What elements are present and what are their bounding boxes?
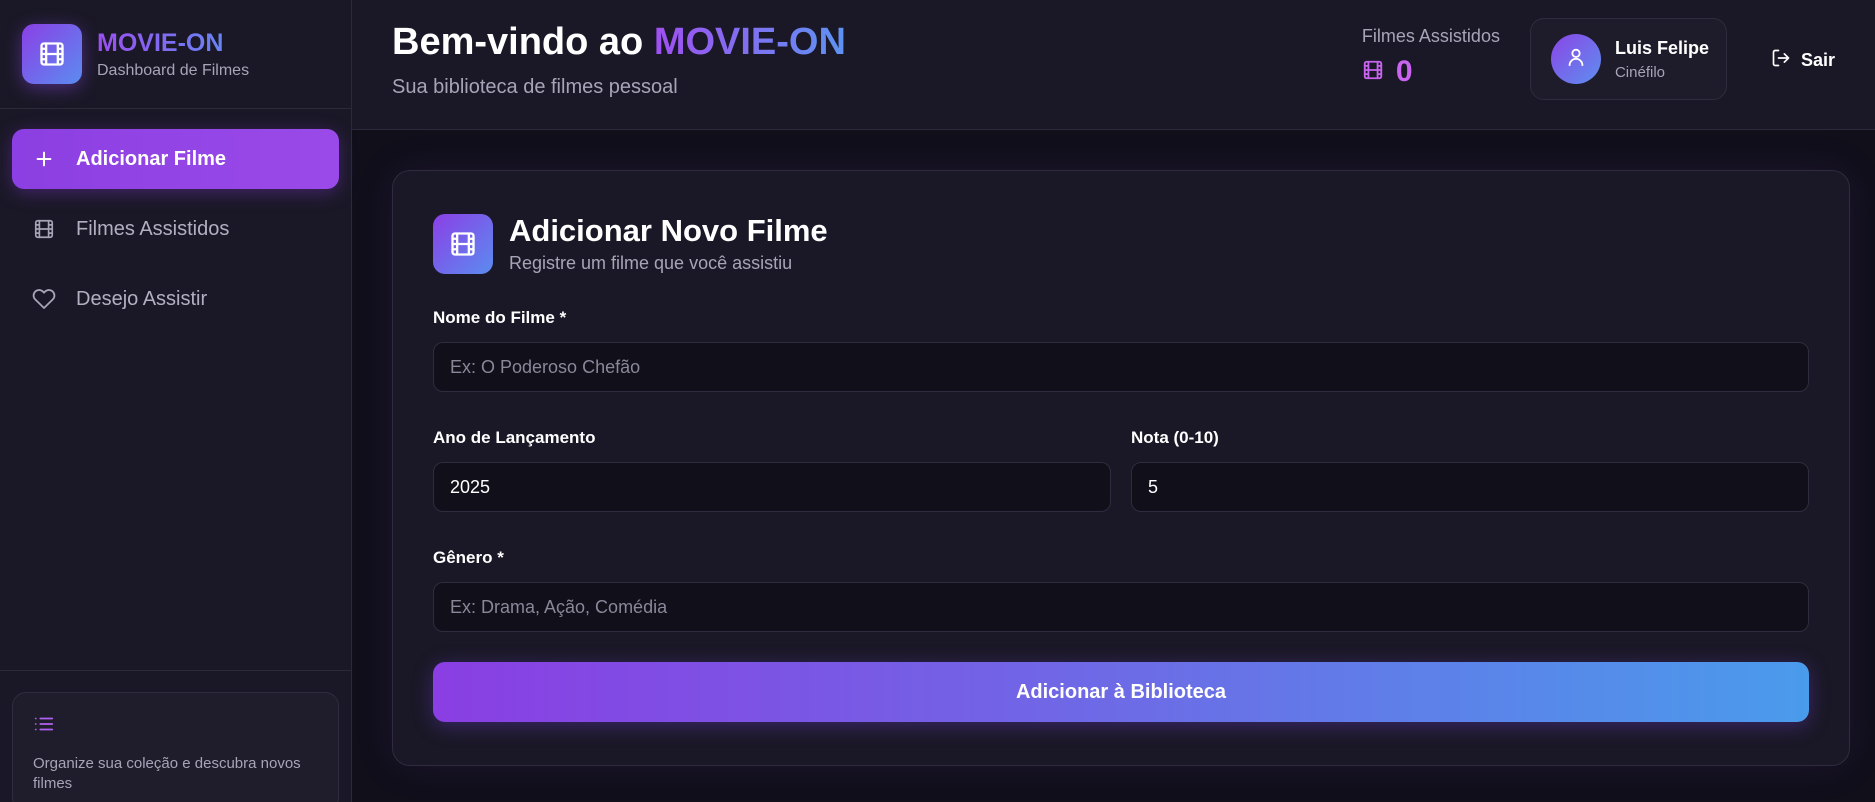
sidebar-item-label: Adicionar Filme (76, 147, 227, 170)
heart-icon (32, 287, 56, 311)
content: Adicionar Novo Filme Registre um filme q… (352, 130, 1875, 802)
logout-icon (1771, 48, 1791, 73)
brand-subtitle: Dashboard de Filmes (97, 62, 250, 79)
add-to-library-button[interactable]: Adicionar à Biblioteca (433, 662, 1809, 722)
page-title: Bem-vindo ao MOVIE-ON (392, 20, 846, 64)
main: Bem-vindo ao MOVIE-ON Sua biblioteca de … (352, 0, 1875, 802)
app: MOVIE-ON Dashboard de Filmes Adicionar F… (0, 0, 1875, 802)
film-icon (22, 24, 82, 84)
header: Bem-vindo ao MOVIE-ON Sua biblioteca de … (352, 0, 1875, 130)
film-icon (1362, 59, 1384, 86)
sidebar-item-label: Filmes Assistidos (76, 217, 230, 240)
form-subtitle: Registre um filme que você assistiu (509, 253, 793, 273)
sidebar-item-desejo-assistir[interactable]: Desejo Assistir (12, 269, 339, 329)
welcome-prefix: Bem-vindo ao (392, 21, 654, 63)
page-subtitle: Sua biblioteca de filmes pessoal (392, 76, 678, 98)
sidebar-footer: Organize sua coleção e descubra novos fi… (0, 670, 351, 802)
user-name: Luis Felipe (1614, 37, 1709, 58)
genre-input[interactable] (433, 582, 1809, 632)
sidebar-item-label: Desejo Assistir (76, 287, 208, 310)
brand: MOVIE-ON Dashboard de Filmes (0, 0, 351, 109)
watched-stat: Filmes Assistidos 0 (1362, 26, 1500, 89)
release-year-input[interactable] (433, 462, 1111, 512)
user-icon (1565, 46, 1587, 73)
sidebar-item-adicionar-filme[interactable]: Adicionar Filme (12, 129, 339, 189)
rating-label: Nota (0-10) (1131, 428, 1219, 447)
avatar (1550, 34, 1601, 84)
movie-name-input[interactable] (433, 342, 1809, 392)
brand-name: MOVIE-ON (97, 28, 249, 58)
add-movie-form: Adicionar Novo Filme Registre um filme q… (392, 170, 1850, 766)
sidebar: MOVIE-ON Dashboard de Filmes Adicionar F… (0, 0, 352, 802)
film-icon (32, 217, 56, 241)
stat-label: Filmes Assistidos (1361, 26, 1500, 46)
sidebar-nav: Adicionar Filme Filmes Assistidos Desejo… (0, 109, 351, 329)
rating-input[interactable] (1131, 462, 1809, 512)
list-icon (33, 717, 55, 739)
user-role: Cinéfilo (1614, 63, 1665, 81)
tip-text: Organize sua coleção e descubra novos fi… (33, 755, 301, 792)
release-year-label: Ano de Lançamento (433, 428, 596, 447)
movie-name-label: Nome do Filme * (433, 308, 567, 327)
plus-icon (32, 147, 56, 171)
welcome-brand: MOVIE-ON (653, 21, 846, 63)
sidebar-item-filmes-assistidos[interactable]: Filmes Assistidos (12, 199, 339, 259)
logout-button[interactable]: Sair (1771, 48, 1835, 73)
logout-label: Sair (1800, 50, 1835, 70)
form-title: Adicionar Novo Filme (509, 213, 828, 248)
tip-card: Organize sua coleção e descubra novos fi… (12, 692, 339, 802)
user-card[interactable]: Luis Felipe Cinéfilo (1529, 18, 1727, 100)
film-icon (433, 213, 493, 274)
stat-value: 0 (1395, 55, 1413, 88)
genre-label: Gênero * (433, 548, 504, 567)
